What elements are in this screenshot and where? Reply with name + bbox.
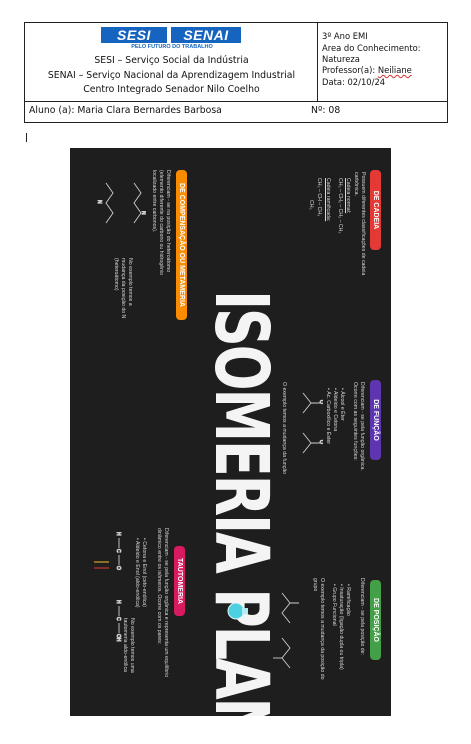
cadeia-formula-2-branch: CH₃ <box>308 200 314 210</box>
flask-icon <box>227 602 248 620</box>
compensacao-atom-n1: N <box>140 211 146 215</box>
funcao-item-2: • Aldeído e Cetona <box>332 388 338 432</box>
date-line: Data: 02/10/24 <box>322 77 386 87</box>
cadeia-normal-label: Cadeia normal: <box>345 178 351 214</box>
document-header: SESI SENAI PELO FUTURO DO TRABALHO SESI … <box>24 22 448 123</box>
tag-de-posicao: DE POSIÇÃO <box>370 580 381 660</box>
poster-title: ISOMERIA PLANA <box>198 290 284 716</box>
institution-line-1: SESI – Serviço Social da Indústria <box>94 55 249 66</box>
posicao-text: Diferenciam - se pela posição de: <box>359 578 365 655</box>
funcao-note: O exemplo temos a mudança da função <box>281 382 287 474</box>
logo-senai: SENAI <box>171 27 241 43</box>
mind-map-image: ISOMERIA PLANA DE CADEIA Possuem diferen… <box>70 148 391 716</box>
compensacao-text-1: Diferenciam - se na posição do heteroáto… <box>165 170 171 273</box>
tag-de-funcao: DE FUNÇÃO <box>370 380 381 460</box>
student-number: Nº: 08 <box>311 105 341 116</box>
institution-line-3: Centro Integrado Senador Nilo Coelho <box>83 84 260 95</box>
class-info-block: 3º Ano EMI Area do Conhecimento: Naturez… <box>318 23 447 101</box>
funcao-item-1: • Álcool e Éter <box>339 388 345 421</box>
student-row: Aluno (a): Maria Clara Bernardes Barbosa… <box>25 101 447 122</box>
tautomeria-text: Diferenciam - se pela função orgânica e … <box>156 528 169 678</box>
tag-tautomeria: TAUTOMERIA <box>174 546 185 616</box>
funcao-molecules: O O <box>302 392 323 454</box>
tag-de-compensacao: DE COMPENSAÇÃO OU METAMERIA <box>176 170 187 320</box>
institution-line-2: SENAI – Serviço Nacional da Aprendizagem… <box>47 70 296 81</box>
tautomeria-item-1: • Cetona e Enol (ceto-enólica) <box>141 538 147 608</box>
cadeia-formula-1: CH₃ – CH₂ – CH₂ – CH₃ <box>337 178 343 234</box>
cadeia-ramificada-label: Cadeia ramificada: <box>325 178 331 222</box>
svg-text:C: C <box>115 549 121 553</box>
posicao-molecules <box>273 592 299 669</box>
svg-text:H: H <box>115 600 121 604</box>
funcao-atom-o1: O <box>318 400 323 404</box>
teacher-label: Professor(a): <box>322 65 378 75</box>
funcao-atom-o2: O <box>318 440 323 444</box>
mind-map-rotated-content: ISOMERIA PLANA DE CADEIA Possuem diferen… <box>70 148 391 716</box>
area-label: Area do Conhecimento: <box>322 43 421 53</box>
compensacao-molecules: N N <box>96 182 146 224</box>
student-name: Aluno (a): Maria Clara Bernardes Barbosa <box>29 105 222 116</box>
posicao-item-3: • Grupo Funcional <box>331 584 337 626</box>
institution-block: SESI SENAI PELO FUTURO DO TRABALHO SESI … <box>25 23 318 101</box>
area-value: Natureza <box>322 54 360 64</box>
tautomeria-note: No exemplo temos uma tautomeria aldo-enó… <box>122 618 135 673</box>
svg-text:O: O <box>115 566 121 570</box>
posicao-note: O exemplo temos a mudança da posição do … <box>312 578 325 680</box>
svg-text:H: H <box>115 532 121 536</box>
logo-tagline: PELO FUTURO DO TRABALHO <box>131 44 213 50</box>
compensacao-text-2: (elemento diferente do carbono ou hidrog… <box>158 170 164 275</box>
grade-label: 3º Ano EMI <box>322 31 368 41</box>
teacher-name: Neiliane <box>377 65 412 75</box>
cadeia-text: Possuem diferentes classificações de cad… <box>353 172 366 276</box>
posicao-item-2: • Insaturação (ligação dupla ou tripla) <box>338 584 344 670</box>
compensacao-text-3: localizado entre carbonos). <box>151 170 157 233</box>
text-cursor <box>26 133 27 142</box>
compensacao-atom-n2: N <box>96 200 102 204</box>
tag-de-cadeia: DE CADEIA <box>370 170 381 250</box>
funcao-item-3: • Ác. Carboxílico e Éster <box>325 388 331 445</box>
tautomeria-item-2: • Aldeído e Enol (aldo-enólica) <box>134 538 140 608</box>
posicao-item-1: • Ramificação <box>345 584 351 616</box>
compensacao-note: No exemplo temos a mudança da posição do… <box>113 258 133 319</box>
funcao-text: Diferenciam - se pela função orgânica. O… <box>352 382 365 471</box>
sesi-senai-logo: SESI SENAI PELO FUTURO DO TRABALHO <box>101 27 243 50</box>
teacher-line: Professor(a): Neiliane <box>322 65 412 76</box>
cadeia-formula-2: CH₃ – CH – CH₃ <box>316 178 322 217</box>
logo-sesi: SESI <box>101 27 167 43</box>
